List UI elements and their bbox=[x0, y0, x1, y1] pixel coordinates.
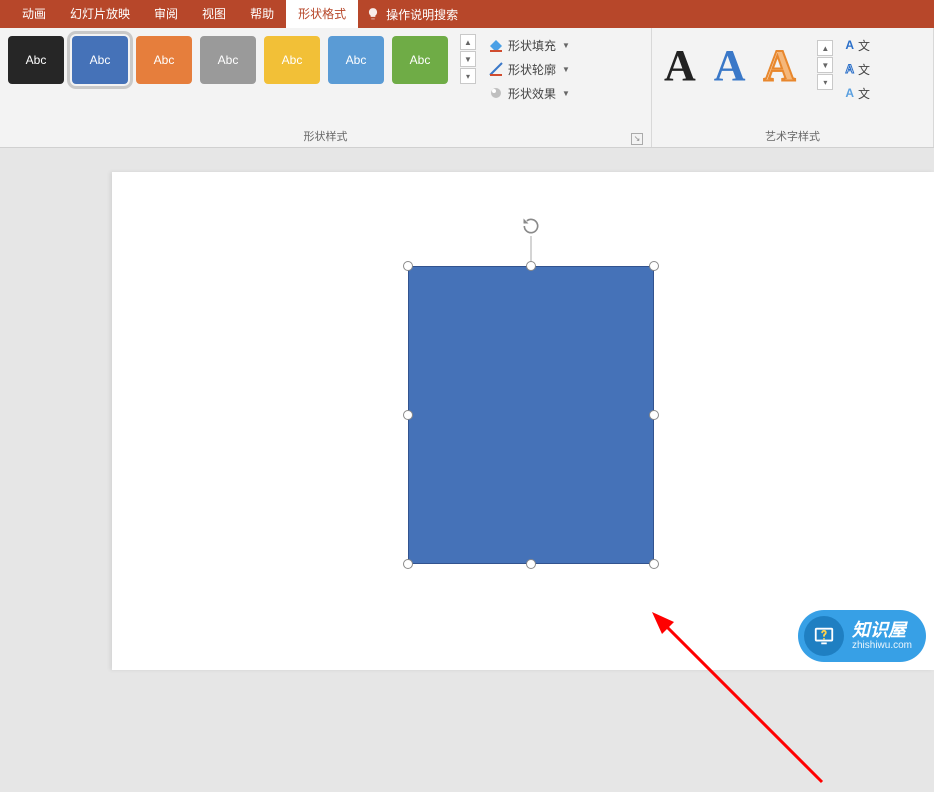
effects-icon bbox=[488, 85, 504, 101]
watermark-icon bbox=[804, 616, 844, 656]
ribbon: Abc Abc Abc Abc Abc Abc Abc ▲ ▼ ▾ 形状填充 ▼ bbox=[0, 28, 934, 148]
ribbon-group-wordart: A A A ▲ ▼ ▾ A 文 A 文 A bbox=[652, 28, 934, 147]
gallery-scroll: ▲ ▼ ▾ bbox=[460, 34, 476, 85]
resize-handle-se[interactable] bbox=[649, 559, 659, 569]
wordart-style-3[interactable]: A bbox=[764, 40, 796, 91]
wordart-gallery: A A A ▲ ▼ ▾ bbox=[660, 34, 837, 97]
resize-handle-sw[interactable] bbox=[403, 559, 413, 569]
gallery-expand[interactable]: ▾ bbox=[460, 68, 476, 84]
rotate-handle[interactable] bbox=[521, 216, 541, 236]
tab-shape-format[interactable]: 形状格式 bbox=[286, 0, 358, 28]
shape-outline-button[interactable]: 形状轮廓 ▼ bbox=[484, 58, 574, 80]
text-effects-label: 文 bbox=[858, 85, 870, 102]
shape-outline-label: 形状轮廓 bbox=[508, 61, 556, 78]
shape-effects-button[interactable]: 形状效果 ▼ bbox=[484, 82, 574, 104]
ribbon-group-shape-styles: Abc Abc Abc Abc Abc Abc Abc ▲ ▼ ▾ 形状填充 ▼ bbox=[0, 28, 652, 147]
shape-style-thumb-3[interactable]: Abc bbox=[136, 36, 192, 84]
watermark-badge: 知识屋 zhishiwu.com bbox=[798, 610, 926, 662]
tell-me-search[interactable]: 操作说明搜索 bbox=[366, 6, 458, 23]
text-outline-label: 文 bbox=[858, 61, 870, 78]
paint-bucket-icon bbox=[488, 37, 504, 53]
tab-view[interactable]: 视图 bbox=[190, 0, 238, 28]
text-outline-button[interactable]: A 文 bbox=[843, 58, 872, 80]
wordart-gallery-scroll: ▲ ▼ ▾ bbox=[817, 40, 833, 91]
gallery-scroll-down[interactable]: ▼ bbox=[460, 51, 476, 67]
slide-canvas[interactable] bbox=[112, 172, 934, 670]
shape-fill-label: 形状填充 bbox=[508, 37, 556, 54]
wordart-scroll-up[interactable]: ▲ bbox=[817, 40, 833, 56]
menu-bar: 动画 幻灯片放映 审阅 视图 帮助 形状格式 操作说明搜索 bbox=[0, 0, 934, 28]
resize-handle-e[interactable] bbox=[649, 410, 659, 420]
chevron-down-icon: ▼ bbox=[562, 41, 570, 50]
pen-icon bbox=[488, 61, 504, 77]
shape-style-thumb-2[interactable]: Abc bbox=[72, 36, 128, 84]
shape-style-thumb-1[interactable]: Abc bbox=[8, 36, 64, 84]
shape-styles-dialog-launcher[interactable]: ↘ bbox=[631, 133, 643, 145]
text-fill-button[interactable]: A 文 bbox=[843, 34, 872, 56]
tell-me-label: 操作说明搜索 bbox=[386, 6, 458, 23]
shape-style-thumb-7[interactable]: Abc bbox=[392, 36, 448, 84]
shape-style-thumb-5[interactable]: Abc bbox=[264, 36, 320, 84]
chevron-down-icon: ▼ bbox=[562, 89, 570, 98]
text-fill-label: 文 bbox=[858, 37, 870, 54]
shape-style-thumb-6[interactable]: Abc bbox=[328, 36, 384, 84]
chevron-down-icon: ▼ bbox=[562, 65, 570, 74]
shape-style-thumb-4[interactable]: Abc bbox=[200, 36, 256, 84]
rectangle-shape[interactable] bbox=[408, 266, 654, 564]
shape-style-gallery: Abc Abc Abc Abc Abc Abc Abc ▲ ▼ ▾ bbox=[8, 34, 476, 85]
resize-handle-n[interactable] bbox=[526, 261, 536, 271]
shape-options: 形状填充 ▼ 形状轮廓 ▼ 形状效果 ▼ bbox=[484, 34, 574, 104]
shape-effects-label: 形状效果 bbox=[508, 85, 556, 102]
wordart-group-label: 艺术字样式 bbox=[660, 129, 925, 145]
resize-handle-w[interactable] bbox=[403, 410, 413, 420]
lightbulb-icon bbox=[366, 7, 380, 21]
resize-handle-s[interactable] bbox=[526, 559, 536, 569]
selected-shape[interactable] bbox=[408, 266, 654, 564]
wordart-style-2[interactable]: A bbox=[714, 40, 746, 91]
question-screen-icon bbox=[813, 625, 835, 647]
wordart-scroll-down[interactable]: ▼ bbox=[817, 57, 833, 73]
tab-animations[interactable]: 动画 bbox=[10, 0, 58, 28]
wordart-expand[interactable]: ▾ bbox=[817, 74, 833, 90]
rotate-icon bbox=[521, 216, 541, 236]
wordart-style-1[interactable]: A bbox=[664, 40, 696, 91]
shape-fill-button[interactable]: 形状填充 ▼ bbox=[484, 34, 574, 56]
text-effects-button[interactable]: A 文 bbox=[843, 82, 872, 104]
wordart-options: A 文 A 文 A 文 bbox=[843, 34, 872, 104]
shape-styles-group-label: 形状样式 ↘ bbox=[8, 129, 643, 145]
resize-handle-ne[interactable] bbox=[649, 261, 659, 271]
resize-handle-nw[interactable] bbox=[403, 261, 413, 271]
watermark-url: zhishiwu.com bbox=[852, 640, 912, 651]
gallery-scroll-up[interactable]: ▲ bbox=[460, 34, 476, 50]
tab-slideshow[interactable]: 幻灯片放映 bbox=[58, 0, 142, 28]
watermark-title: 知识屋 bbox=[852, 621, 912, 641]
tab-review[interactable]: 审阅 bbox=[142, 0, 190, 28]
tab-help[interactable]: 帮助 bbox=[238, 0, 286, 28]
